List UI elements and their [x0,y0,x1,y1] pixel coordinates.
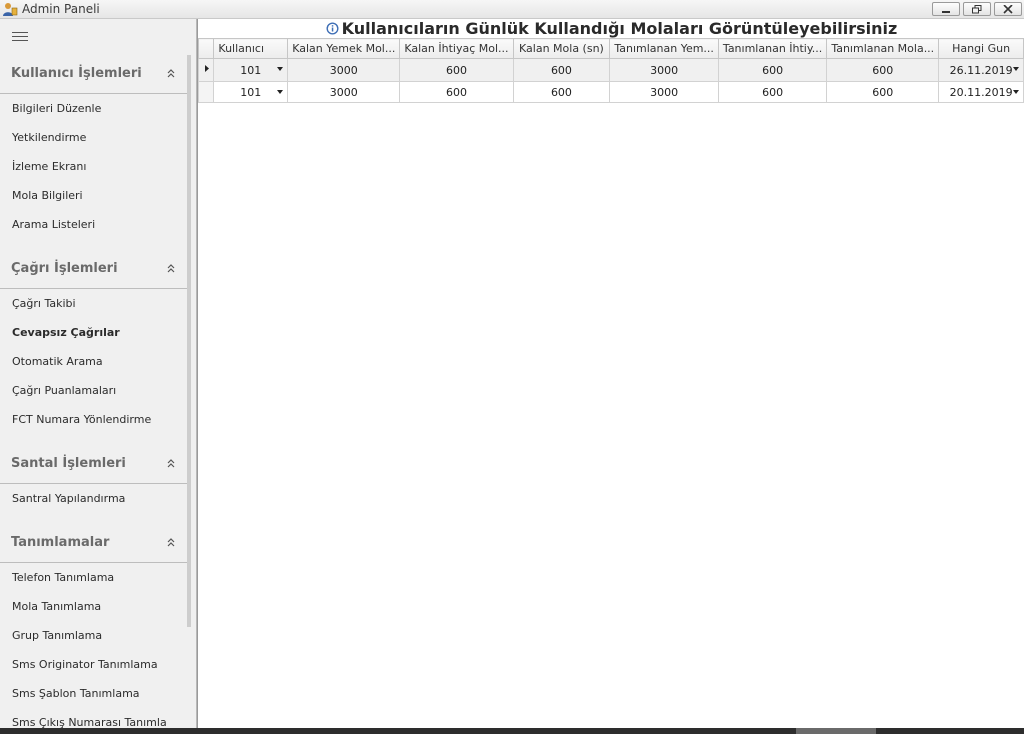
nav-item-yetkilendirme[interactable]: Yetkilendirme [12,131,182,149]
chevron-double-up-icon[interactable] [166,263,176,273]
column-header-tanimlanan-ihtiyac[interactable]: Tanımlanan İhtiy... [717,38,828,59]
nav-item-arama-listeleri[interactable]: Arama Listeleri [12,218,182,236]
table-row[interactable]: 101 3000 600 600 3000 600 600 20.11.2019 [197,81,1024,103]
divider [0,93,187,94]
close-icon [1003,5,1013,14]
group-title: Çağrı İşlemleri [11,261,118,276]
cell-date-dropdown[interactable]: 20.11.2019 [938,81,1024,103]
group-title: Kullanıcı İşlemleri [11,66,142,81]
column-header-kullanici[interactable]: Kullanıcı [213,38,289,59]
close-button[interactable] [994,2,1022,16]
table-cell[interactable]: 3000 [287,81,401,103]
data-grid: Kullanıcı Kalan Yemek Mol... Kalan İhtiy… [197,38,1024,103]
sidebar: Kullanıcı İşlemleri Bilgileri Düzenle Ye… [0,19,197,734]
cell-kullanici-dropdown[interactable]: 101 [213,58,289,82]
table-cell[interactable]: 600 [826,81,940,103]
nav-item-telefon-tanimlama[interactable]: Telefon Tanımlama [12,571,182,589]
column-header-tanimlanan-mola[interactable]: Tanımlanan Mola... [826,38,940,59]
table-cell[interactable]: 600 [717,58,828,82]
nav-item-sms-sablon-tanimlama[interactable]: Sms Şablon Tanımlama [12,687,182,705]
divider [0,562,187,563]
cell-value: 101 [240,85,262,99]
dropdown-arrow-icon[interactable] [1013,90,1019,94]
column-header-tanimlanan-yemek[interactable]: Tanımlanan Yem... [609,38,719,59]
grid-header-row: Kullanıcı Kalan Yemek Mol... Kalan İhtiy… [197,38,1024,59]
dropdown-arrow-icon[interactable] [277,90,284,94]
group-title: Santal İşlemleri [11,456,126,471]
dropdown-arrow-icon[interactable] [1013,67,1019,71]
row-indicator[interactable] [197,58,215,82]
window-titlebar: Admin Paneli [0,0,1024,19]
row-indicator-header [197,38,215,59]
column-header-hangi-gun[interactable]: Hangi Gun [938,38,1024,59]
nav-item-mola-bilgileri[interactable]: Mola Bilgileri [12,189,182,207]
nav-item-santral-yapilandirma[interactable]: Santral Yapılandırma [12,492,182,510]
group-title: Tanımlamalar [11,535,110,550]
sidebar-scrollbar[interactable] [187,55,191,627]
content-panel: Kullanıcıların Günlük Kullandığı Molalar… [197,19,1024,728]
table-cell[interactable]: 3000 [609,81,719,103]
table-cell[interactable]: 3000 [609,58,719,82]
table-row[interactable]: 101 3000 600 600 3000 600 600 26.11.2019 [197,58,1024,82]
table-cell[interactable]: 600 [512,81,611,103]
column-header-kalan-ihtiyac-mola[interactable]: Kalan İhtiyaç Mol... [399,38,514,59]
minimize-icon [942,11,950,13]
restore-icon [972,5,982,14]
cell-value: 26.11.2019 [949,63,1013,77]
window-title: Admin Paneli [22,2,100,16]
group-header-cagri-islemleri[interactable]: Çağrı İşlemleri [0,261,187,281]
table-cell[interactable]: 600 [399,81,514,103]
group-header-santal-islemleri[interactable]: Santal İşlemleri [0,456,187,476]
chevron-double-up-icon[interactable] [166,537,176,547]
nav-item-cevapsiz-cagrilar[interactable]: Cevapsız Çağrılar [12,326,182,344]
table-cell[interactable]: 600 [399,58,514,82]
nav-item-sms-originator-tanimlama[interactable]: Sms Originator Tanımlama [12,658,182,676]
table-cell[interactable]: 600 [826,58,940,82]
admin-user-icon [3,3,18,16]
restore-button[interactable] [963,2,991,16]
column-header-kalan-yemek-mola[interactable]: Kalan Yemek Mol... [287,38,401,59]
nav-item-grup-tanimlama[interactable]: Grup Tanımlama [12,629,182,647]
dropdown-arrow-icon[interactable] [277,67,284,71]
nav-item-otomatik-arama[interactable]: Otomatik Arama [12,355,182,373]
nav-item-cagri-takibi[interactable]: Çağrı Takibi [12,297,182,315]
chevron-double-up-icon[interactable] [166,458,176,468]
nav-item-cagri-puanlamalari[interactable]: Çağrı Puanlamaları [12,384,182,402]
minimize-button[interactable] [932,2,960,16]
row-indicator[interactable] [197,81,215,103]
page-title-text: Kullanıcıların Günlük Kullandığı Molalar… [341,19,898,38]
chevron-double-up-icon[interactable] [166,68,176,78]
cell-value: 101 [240,63,262,77]
nav-item-mola-tanimlama[interactable]: Mola Tanımlama [12,600,182,618]
taskbar-indicator [796,728,876,734]
cell-value: 20.11.2019 [949,85,1013,99]
table-cell[interactable]: 600 [512,58,611,82]
info-icon [326,22,339,35]
cell-kullanici-dropdown[interactable]: 101 [213,81,289,103]
cell-date-dropdown[interactable]: 26.11.2019 [938,58,1024,82]
current-row-arrow-icon [205,65,210,72]
divider [0,288,187,289]
divider [0,483,187,484]
nav-item-fct-numara-yonlendirme[interactable]: FCT Numara Yönlendirme [12,413,182,431]
nav-item-izleme-ekrani[interactable]: İzleme Ekranı [12,160,182,178]
group-header-kullanici-islemleri[interactable]: Kullanıcı İşlemleri [0,66,187,86]
table-cell[interactable]: 3000 [287,58,401,82]
page-title: Kullanıcıların Günlük Kullandığı Molalar… [198,19,1024,39]
hamburger-menu-icon[interactable] [12,32,28,42]
table-cell[interactable]: 600 [717,81,828,103]
column-header-kalan-mola[interactable]: Kalan Mola (sn) [512,38,611,59]
group-header-tanimlamalar[interactable]: Tanımlamalar [0,535,187,555]
nav-item-bilgileri-duzenle[interactable]: Bilgileri Düzenle [12,102,182,120]
